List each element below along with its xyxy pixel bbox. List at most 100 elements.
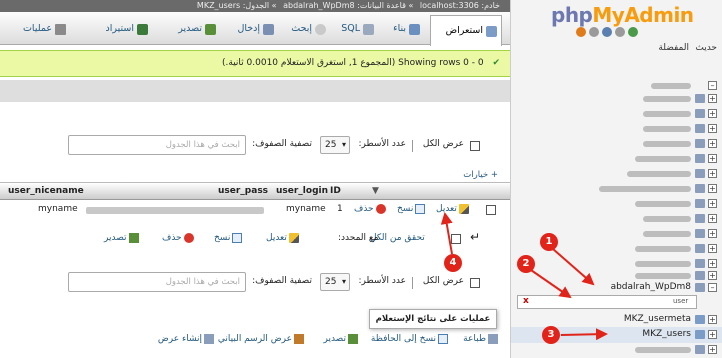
collapse-icon[interactable]: – — [708, 283, 717, 292]
tab-operations[interactable]: عمليات — [19, 18, 70, 40]
tab-sql[interactable]: SQL — [337, 18, 378, 40]
expand-icon[interactable]: + — [708, 345, 717, 354]
insert-icon — [263, 23, 274, 35]
arrow-up-icon: ↵ — [470, 230, 481, 244]
expand-icon[interactable]: + — [708, 139, 717, 148]
table-filter-input[interactable] — [517, 295, 697, 309]
print-link[interactable]: طباعة — [463, 334, 498, 344]
expand-icon[interactable]: + — [708, 315, 717, 324]
expand-icon[interactable]: + — [708, 271, 717, 280]
table-name[interactable]: MKZ_usermeta — [624, 314, 691, 324]
cell-user-pass-redacted[interactable] — [86, 207, 264, 214]
expand-icon[interactable]: + — [708, 109, 717, 118]
tab-browse[interactable]: استعراض — [430, 15, 502, 46]
structure-icon — [409, 23, 420, 35]
tab-insert[interactable]: إدخال — [233, 18, 278, 40]
filter-rows-input[interactable]: ابحث في هذا الجدول — [68, 135, 246, 155]
column-header-user-nicename[interactable]: user_nicename — [8, 186, 84, 196]
tree-item-db[interactable]: + — [511, 196, 722, 212]
help-icon[interactable] — [602, 27, 612, 37]
rows-count-select[interactable]: 25 — [320, 136, 350, 154]
redacted-database-name — [635, 156, 691, 162]
tab-search-label: إبحث — [291, 23, 312, 34]
breadcrumb-server[interactable]: خادم: localhost:3306 — [420, 1, 500, 10]
expand-icon[interactable]: + — [708, 169, 717, 178]
tree-item-db[interactable]: + — [511, 181, 722, 197]
bulk-edit-button[interactable]: تعديل — [266, 233, 299, 243]
expand-icon[interactable]: + — [708, 244, 717, 253]
expand-icon[interactable]: + — [708, 229, 717, 238]
column-header-user-pass[interactable]: user_pass — [218, 186, 268, 196]
display-chart-link[interactable]: عرض الرسم البياني — [218, 334, 304, 344]
tree-item-db[interactable]: + — [511, 151, 722, 167]
cell-id[interactable]: 1 — [337, 204, 343, 214]
show-all-checkbox[interactable] — [470, 278, 480, 288]
redacted-database-name — [643, 126, 691, 132]
row-delete-link[interactable]: حذف — [354, 204, 386, 214]
tab-recent[interactable]: حديث — [695, 43, 717, 53]
breadcrumb-table[interactable]: الجدول: MKZ_users — [197, 1, 269, 10]
bulk-delete-button[interactable]: حذف — [162, 233, 194, 243]
bulk-copy-label: نسخ — [214, 233, 231, 243]
expand-icon[interactable]: + — [708, 214, 717, 223]
pencil-icon — [288, 233, 299, 243]
breadcrumb-database[interactable]: قاعدة البيانات: abdalrah_WpDm8 — [283, 1, 406, 10]
export-link[interactable]: تصدير — [323, 334, 358, 344]
clipboard-icon — [438, 334, 448, 344]
expand-icon[interactable]: – — [708, 81, 717, 90]
tree-item-database-selected[interactable]: – abdalrah_WpDm8 — [511, 280, 722, 296]
expand-icon[interactable]: + — [708, 184, 717, 193]
tab-export[interactable]: تصدير — [174, 18, 220, 40]
settings-icon[interactable] — [589, 27, 599, 37]
tree-item-db[interactable]: + — [511, 91, 722, 107]
tree-item-db[interactable]: + — [511, 211, 722, 227]
tree-item-table[interactable]: + MKZ_usermeta — [511, 312, 722, 328]
options-link[interactable]: + خيارات — [463, 170, 498, 180]
view-icon — [204, 334, 214, 344]
filter-rows-label: تصفية الصفوف: — [252, 276, 312, 286]
bulk-copy-button[interactable]: نسخ — [214, 233, 243, 243]
rows-count-label: عدد الأسطر: — [358, 139, 406, 149]
database-name[interactable]: abdalrah_WpDm8 — [611, 282, 691, 292]
column-header-id[interactable]: ID — [330, 186, 341, 196]
tree-item-db[interactable]: + — [511, 106, 722, 122]
row-edit-link[interactable]: تعديل — [436, 204, 469, 214]
home-icon[interactable] — [576, 27, 586, 37]
clear-filter-icon[interactable]: x — [523, 296, 529, 306]
tab-search[interactable]: إبحث — [287, 18, 330, 40]
filter-rows-input[interactable]: ابحث في هذا الجدول — [68, 272, 246, 292]
expand-icon[interactable]: + — [708, 124, 717, 133]
rows-count-select[interactable]: 25 — [320, 273, 350, 291]
tab-insert-label: إدخال — [237, 23, 260, 34]
expand-icon[interactable]: + — [708, 154, 717, 163]
expand-icon[interactable]: + — [708, 330, 717, 339]
table-name[interactable]: MKZ_users — [642, 329, 691, 339]
cell-user-nicename[interactable]: myname — [38, 204, 78, 214]
sort-dropdown-icon[interactable]: ▼ — [372, 186, 379, 196]
reload-icon[interactable] — [628, 27, 638, 37]
row-edit-label: تعديل — [436, 204, 457, 214]
show-all-checkbox[interactable] — [470, 141, 480, 151]
gear-icon[interactable] — [615, 27, 625, 37]
cell-user-login[interactable]: myname — [286, 204, 326, 214]
tree-item-db[interactable]: + — [511, 166, 722, 182]
check-all-checkbox[interactable] — [451, 234, 461, 244]
row-checkbox[interactable] — [486, 205, 496, 215]
create-view-link[interactable]: إنشاء عرض — [158, 334, 214, 344]
tab-structure[interactable]: بناء — [389, 18, 424, 40]
expand-icon[interactable]: + — [708, 199, 717, 208]
redacted-database-name — [643, 111, 691, 117]
export-icon — [348, 334, 358, 344]
column-header-user-login[interactable]: user_login — [276, 186, 328, 196]
expand-icon[interactable]: + — [708, 94, 717, 103]
tree-item-db[interactable]: + — [511, 342, 722, 358]
bulk-export-button[interactable]: تصدير — [104, 233, 139, 243]
tab-import[interactable]: استيراد — [102, 18, 152, 40]
expand-icon[interactable]: + — [708, 259, 717, 268]
phpmyadmin-logo[interactable]: phpMyAdmin — [551, 3, 711, 27]
tab-favorites[interactable]: المفضلة — [658, 43, 689, 53]
row-copy-link[interactable]: نسخ — [397, 204, 426, 214]
copy-to-clipboard-link[interactable]: نسخ إلى الحافظة — [371, 334, 448, 344]
tree-item-db[interactable]: + — [511, 121, 722, 137]
tree-item-db[interactable]: + — [511, 136, 722, 152]
